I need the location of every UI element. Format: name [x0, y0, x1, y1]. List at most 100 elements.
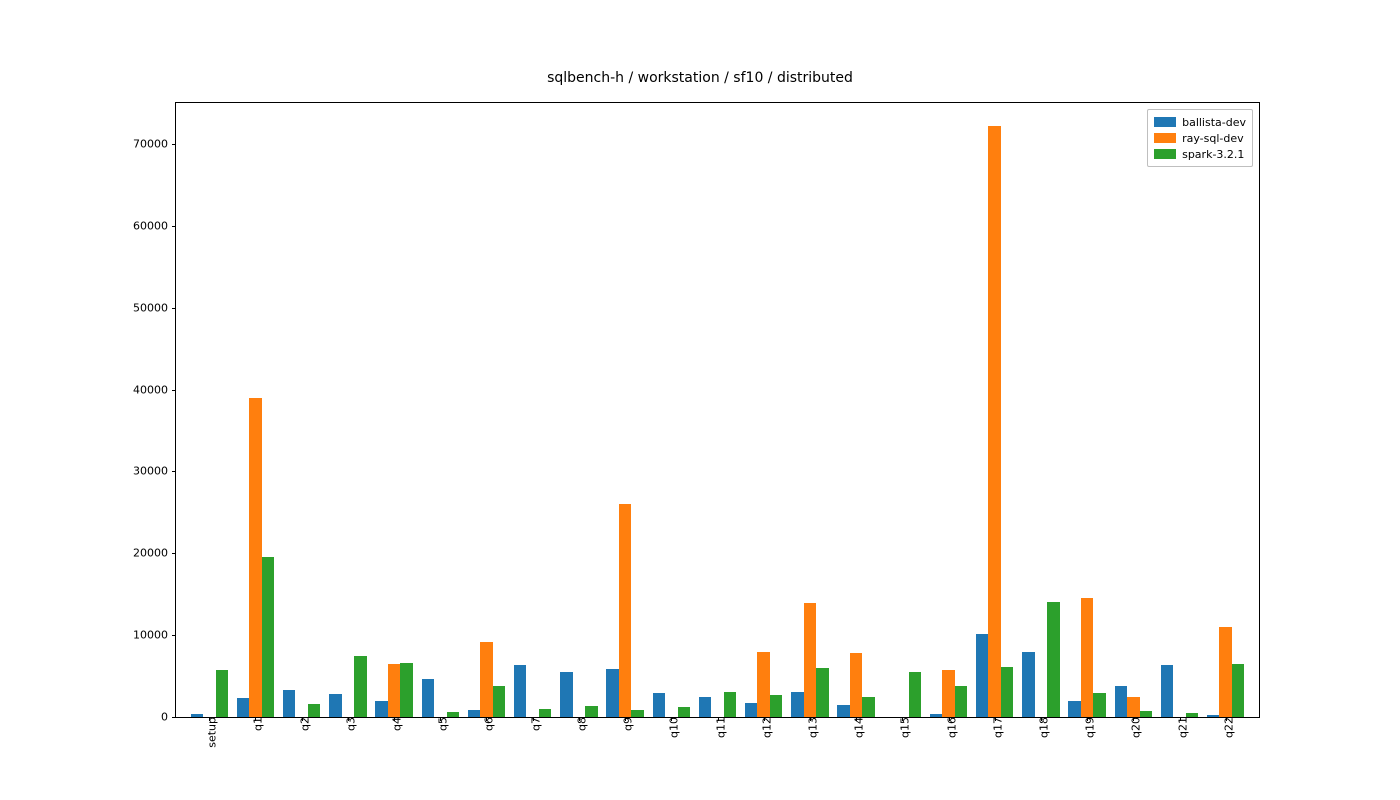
legend-label: spark-3.2.1 [1182, 148, 1244, 161]
bar-ballista-dev [976, 634, 988, 717]
bar-ballista-dev [1022, 652, 1034, 717]
bar-ballista-dev [791, 692, 803, 717]
bar-spark-3.2.1 [909, 672, 921, 717]
bar-ray-sql-dev [388, 664, 400, 717]
bar-spark-3.2.1 [400, 663, 412, 717]
xtick-label: setup [200, 717, 219, 748]
xtick-label: q14 [847, 717, 866, 738]
bar-spark-3.2.1 [539, 709, 551, 717]
bar-ray-sql-dev [1127, 697, 1139, 717]
legend-label: ray-sql-dev [1182, 132, 1244, 145]
xtick-label: q1 [246, 717, 265, 731]
ytick-label: 60000 [133, 219, 176, 232]
xtick-label: q10 [662, 717, 681, 738]
ytick-label: 0 [161, 711, 176, 724]
bar-spark-3.2.1 [1047, 602, 1059, 717]
bar-spark-3.2.1 [724, 692, 736, 717]
ytick-label: 40000 [133, 383, 176, 396]
bar-ballista-dev [422, 679, 434, 717]
plot-area: 010000200003000040000500006000070000setu… [175, 102, 1260, 718]
bar-ballista-dev [1115, 686, 1127, 717]
xtick-label: q9 [616, 717, 635, 731]
xtick-label: q8 [569, 717, 588, 731]
bar-spark-3.2.1 [1232, 664, 1244, 717]
bar-spark-3.2.1 [1140, 711, 1152, 717]
xtick-label: q20 [1124, 717, 1143, 738]
bar-spark-3.2.1 [816, 668, 828, 717]
xtick-label: q18 [1031, 717, 1050, 738]
xtick-label: q13 [800, 717, 819, 738]
bar-spark-3.2.1 [631, 710, 643, 717]
xtick-label: q21 [1170, 717, 1189, 738]
xtick-label: q15 [893, 717, 912, 738]
ytick-label: 70000 [133, 137, 176, 150]
bar-ray-sql-dev [942, 670, 954, 717]
bar-ray-sql-dev [988, 126, 1000, 717]
xtick-label: q16 [939, 717, 958, 738]
bar-spark-3.2.1 [447, 712, 459, 717]
bar-ray-sql-dev [249, 398, 261, 717]
bar-ballista-dev [191, 714, 203, 717]
plot-inner: 010000200003000040000500006000070000setu… [176, 103, 1259, 717]
bar-ray-sql-dev [1219, 627, 1231, 717]
bar-ray-sql-dev [804, 603, 816, 717]
xtick-label: q3 [338, 717, 357, 731]
bar-ballista-dev [745, 703, 757, 717]
xtick-label: q7 [523, 717, 542, 731]
legend-swatch [1154, 117, 1176, 127]
bar-spark-3.2.1 [216, 670, 228, 717]
ytick-label: 20000 [133, 547, 176, 560]
chart-title: sqlbench-h / workstation / sf10 / distri… [0, 70, 1400, 86]
xtick-label: q22 [1216, 717, 1235, 738]
bar-spark-3.2.1 [955, 686, 967, 717]
xtick-label: q5 [431, 717, 450, 731]
bar-spark-3.2.1 [493, 686, 505, 717]
ytick-label: 50000 [133, 301, 176, 314]
bar-ballista-dev [837, 705, 849, 717]
bar-spark-3.2.1 [585, 706, 597, 717]
ytick-label: 30000 [133, 465, 176, 478]
bar-ballista-dev [1068, 701, 1080, 717]
xtick-label: q2 [292, 717, 311, 731]
legend-row: ballista-dev [1154, 114, 1246, 130]
bar-ray-sql-dev [619, 504, 631, 717]
bar-ballista-dev [560, 672, 572, 717]
bar-ballista-dev [1207, 715, 1219, 717]
xtick-label: q11 [708, 717, 727, 738]
legend-row: spark-3.2.1 [1154, 146, 1246, 162]
bar-spark-3.2.1 [308, 704, 320, 717]
bar-spark-3.2.1 [678, 707, 690, 717]
bar-spark-3.2.1 [354, 656, 366, 717]
legend-row: ray-sql-dev [1154, 130, 1246, 146]
bar-spark-3.2.1 [262, 557, 274, 717]
bar-ballista-dev [606, 669, 618, 717]
bar-ballista-dev [283, 690, 295, 717]
bar-ballista-dev [653, 693, 665, 717]
bar-ballista-dev [514, 665, 526, 717]
bar-ballista-dev [375, 701, 387, 717]
bar-ballista-dev [329, 694, 341, 717]
bar-ballista-dev [468, 710, 480, 717]
bar-ballista-dev [699, 697, 711, 717]
bar-spark-3.2.1 [1001, 667, 1013, 717]
bar-spark-3.2.1 [1093, 693, 1105, 717]
xtick-label: q17 [985, 717, 1004, 738]
legend: ballista-dev ray-sql-dev spark-3.2.1 [1147, 109, 1253, 167]
xtick-label: q6 [477, 717, 496, 731]
bar-ballista-dev [1161, 665, 1173, 717]
xtick-label: q4 [385, 717, 404, 731]
bar-ray-sql-dev [850, 653, 862, 717]
ytick-label: 10000 [133, 629, 176, 642]
bar-ballista-dev [930, 714, 942, 717]
chart-figure: sqlbench-h / workstation / sf10 / distri… [0, 0, 1400, 800]
xtick-label: q19 [1078, 717, 1097, 738]
bar-spark-3.2.1 [770, 695, 782, 717]
bar-ray-sql-dev [1081, 598, 1093, 717]
bar-spark-3.2.1 [862, 697, 874, 717]
bar-spark-3.2.1 [1186, 713, 1198, 717]
legend-label: ballista-dev [1182, 116, 1246, 129]
xtick-label: q12 [754, 717, 773, 738]
legend-swatch [1154, 133, 1176, 143]
bar-ballista-dev [237, 698, 249, 717]
bar-ray-sql-dev [480, 642, 492, 717]
